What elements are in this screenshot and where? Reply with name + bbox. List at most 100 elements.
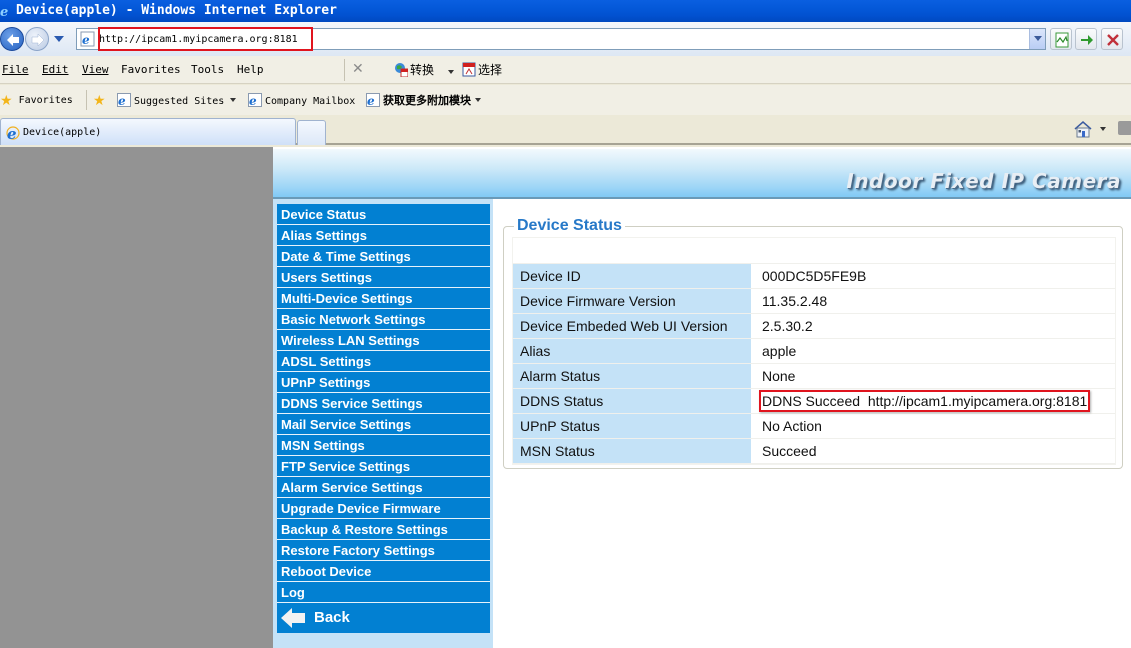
go-arrow-icon [1081,35,1093,45]
row-label: Alarm Status [513,364,753,388]
sidebar-item-mail-service-settings[interactable]: Mail Service Settings [277,414,490,435]
get-addons-label: 获取更多附加模块 [383,94,471,107]
sidebar-item-alarm-service-settings[interactable]: Alarm Service Settings [277,477,490,498]
menu-file-label: File [2,63,29,76]
arrow-right-icon [31,33,45,47]
sidebar-item-upgrade-device-firmware[interactable]: Upgrade Device Firmware [277,498,490,519]
section-title: Device Status [514,217,625,235]
fav-link-suggested-sites[interactable]: e Suggested Sites [117,93,237,107]
row-label: Device Embeded Web UI Version [513,314,753,338]
row-value: 000DC5D5FE9B [762,268,867,284]
address-toolbar: e [0,22,1131,56]
row-value: None [762,368,796,384]
row-label: MSN Status [513,439,753,463]
sidebar-item-date-time-settings[interactable]: Date & Time Settings [277,246,490,267]
arrow-left-icon [7,34,19,46]
table-row: Device Firmware Version 11.35.2.48 [513,289,1115,314]
favorites-bar: ★ Favorites ★ e Suggested Sites e Company … [0,85,1131,115]
tab-label: Device(apple) [23,127,102,138]
go-button[interactable] [1075,28,1097,50]
row-label: UPnP Status [513,414,753,438]
menu-help[interactable]: Help [237,63,264,76]
sidebar-item-log[interactable]: Log [277,582,490,603]
settings-sidebar: Device Status Alias Settings Date & Time… [273,199,493,648]
menu-favorites[interactable]: Favorites [121,63,181,76]
sidebar-item-users-settings[interactable]: Users Settings [277,267,490,288]
ie-page-icon: e [366,93,380,107]
star-icon: ★ [0,93,13,109]
menu-view[interactable]: View [82,63,109,76]
favorites-button[interactable]: ★ Favorites [0,93,73,109]
menu-tools[interactable]: Tools [191,63,224,76]
forward-button[interactable] [25,27,49,51]
pdf-select-icon [462,62,476,77]
fav-link-get-addons[interactable]: e 获取更多附加模块 [366,92,481,108]
menu-separator [344,59,345,81]
add-favorite-star-icon: ★ [93,93,106,109]
add-to-favorites-button[interactable]: ★ [93,93,106,109]
device-status-fieldset: Device Status Device ID 000DC5D5FE9B Dev… [503,217,1123,469]
row-label: Device Firmware Version [513,289,753,313]
ddns-status-value: DDNS Succeed http://ipcam1.myipcamera.or… [753,389,1115,413]
table-row: MSN Status Succeed [513,439,1115,464]
row-label: Alias [513,339,753,363]
row-value: 2.5.30.2 [762,318,813,334]
sidebar-item-wireless-lan-settings[interactable]: Wireless LAN Settings [277,330,490,351]
sidebar-item-upnp-settings[interactable]: UPnP Settings [277,372,490,393]
page-viewport: Indoor Fixed IP Camera Device Status Ali… [0,147,1131,648]
stop-button[interactable] [1101,28,1123,50]
main-panel: Device Status Device ID 000DC5D5FE9B Dev… [493,199,1131,648]
sidebar-item-reboot-device[interactable]: Reboot Device [277,561,490,582]
sidebar-item-backup-restore-settings[interactable]: Backup & Restore Settings [277,519,490,540]
svg-text:e: e [249,94,257,107]
pdf-select-button[interactable]: 选择 [462,61,502,78]
ie-logo-icon: e [6,125,20,141]
address-box: e [76,28,1046,50]
sidebar-item-device-status[interactable]: Device Status [277,204,490,225]
back-link[interactable]: Back [277,603,490,633]
ie-page-icon: e [117,93,131,107]
table-spacer-row [513,238,1115,264]
ie-logo-icon: e [0,5,8,18]
suggested-sites-label: Suggested Sites [134,96,225,107]
page-background [0,147,273,648]
row-value: apple [762,343,797,359]
window-title: Device(apple) - Windows Internet Explore… [16,3,337,18]
pdf-convert-button[interactable]: 转换 [394,61,434,78]
sidebar-item-alias-settings[interactable]: Alias Settings [277,225,490,246]
home-icon[interactable] [1074,120,1092,138]
menu-bar: File Edit View Favorites Tools Help ✕ 转换… [0,56,1131,84]
address-dropdown-button[interactable] [1029,29,1045,49]
close-toolbar-icon[interactable]: ✕ [352,61,364,77]
sidebar-item-multi-device-settings[interactable]: Multi-Device Settings [277,288,490,309]
favorites-separator [86,90,87,110]
new-tab-button[interactable] [297,120,326,145]
row-value: Succeed [762,443,817,459]
tab-device-apple[interactable]: e Device(apple) [0,118,296,145]
stop-x-icon [1107,34,1119,46]
sidebar-item-ftp-service-settings[interactable]: FTP Service Settings [277,456,490,477]
svg-text:e: e [82,33,90,47]
home-dropdown[interactable] [1100,127,1106,131]
sidebar-item-adsl-settings[interactable]: ADSL Settings [277,351,490,372]
back-button[interactable] [0,27,24,51]
camera-banner: Indoor Fixed IP Camera [273,149,1131,199]
table-row: Device Embeded Web UI Version 2.5.30.2 [513,314,1115,339]
row-label: DDNS Status [513,389,753,413]
svg-text:e: e [7,125,17,141]
row-label: Device ID [513,264,753,288]
sidebar-item-ddns-service-settings[interactable]: DDNS Service Settings [277,393,490,414]
settings-menu: Device Status Alias Settings Date & Time… [277,204,490,633]
svg-text:e: e [367,94,375,107]
menu-edit[interactable]: Edit [42,63,69,76]
sidebar-item-msn-settings[interactable]: MSN Settings [277,435,490,456]
menu-file[interactable]: File [2,63,29,76]
address-input[interactable] [99,30,1019,48]
fav-link-company-mailbox[interactable]: e Company Mailbox [248,93,355,107]
compatibility-view-button[interactable] [1050,28,1072,50]
rss-feed-icon[interactable] [1118,121,1131,135]
pdf-convert-dropdown[interactable] [448,70,454,74]
sidebar-item-basic-network-settings[interactable]: Basic Network Settings [277,309,490,330]
recent-pages-dropdown[interactable] [54,36,64,42]
sidebar-item-restore-factory-settings[interactable]: Restore Factory Settings [277,540,490,561]
